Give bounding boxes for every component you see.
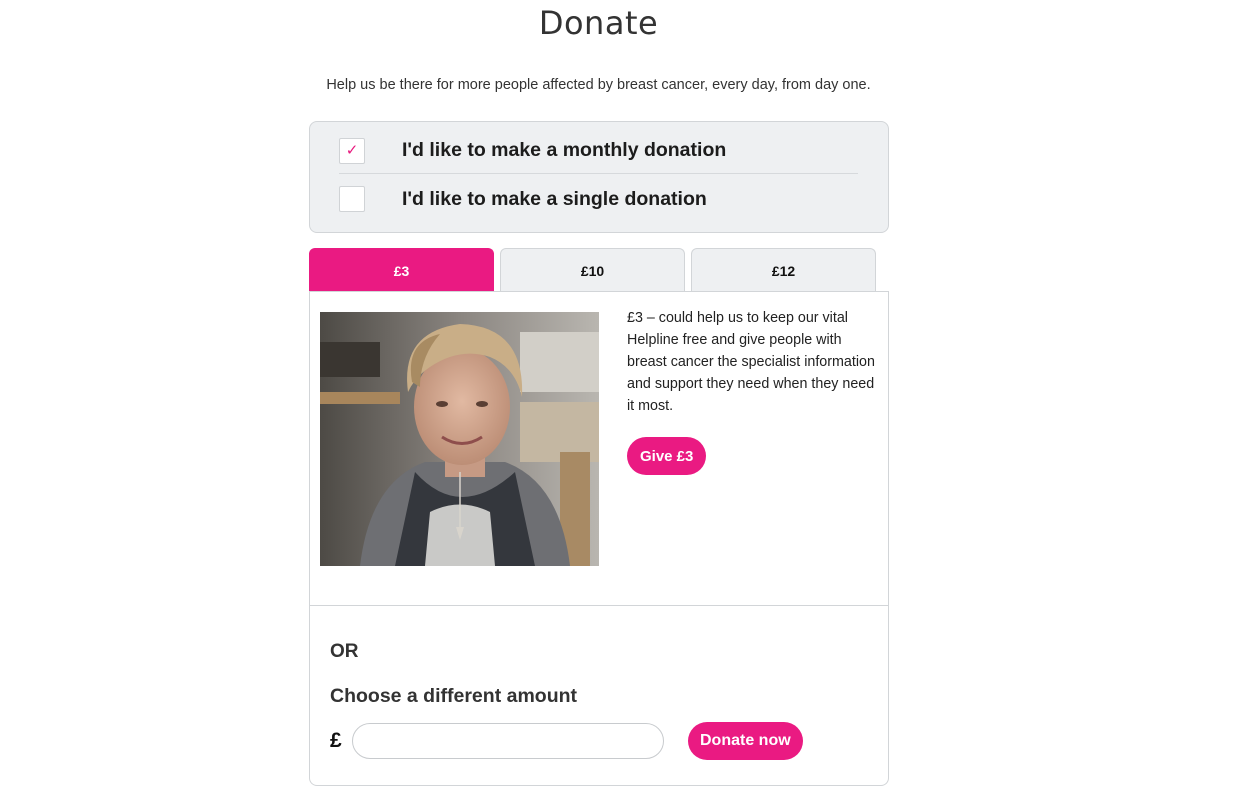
custom-amount-input[interactable]	[352, 723, 664, 759]
donation-frequency-box: ✓ I'd like to make a monthly donation I'…	[309, 121, 889, 233]
panel-top-border	[310, 291, 888, 292]
single-donation-option[interactable]: I'd like to make a single donation	[339, 176, 858, 222]
tab-amount-10[interactable]: £10	[500, 248, 685, 292]
supporter-photo	[320, 312, 599, 566]
intro-text: Help us be there for more people affecte…	[326, 77, 871, 93]
single-donation-checkbox[interactable]	[339, 186, 365, 212]
tab-amount-3[interactable]: £3	[309, 248, 494, 292]
amount-tabs: £3 £10 £12	[309, 248, 889, 292]
or-label: OR	[330, 641, 359, 662]
amount-panel: £3 – could help us to keep our vital Hel…	[309, 291, 889, 786]
custom-amount-heading: Choose a different amount	[330, 685, 578, 707]
tab-amount-12[interactable]: £12	[691, 248, 876, 292]
currency-symbol: £	[330, 729, 342, 752]
checkmark-icon: ✓	[345, 141, 359, 159]
give-amount-button[interactable]: Give £3	[627, 437, 707, 475]
monthly-donation-checkbox[interactable]: ✓	[339, 137, 365, 164]
amount-description: £3 – could help us to keep our vital Hel…	[627, 310, 875, 414]
monthly-donation-option[interactable]: ✓ I'd like to make a monthly donation	[339, 128, 858, 174]
donate-now-button[interactable]: Donate now	[688, 722, 803, 760]
page-title: Donate	[538, 4, 659, 42]
monthly-donation-label: I'd like to make a monthly donation	[402, 139, 727, 161]
section-divider	[310, 605, 888, 606]
single-donation-label: I'd like to make a single donation	[402, 187, 707, 210]
